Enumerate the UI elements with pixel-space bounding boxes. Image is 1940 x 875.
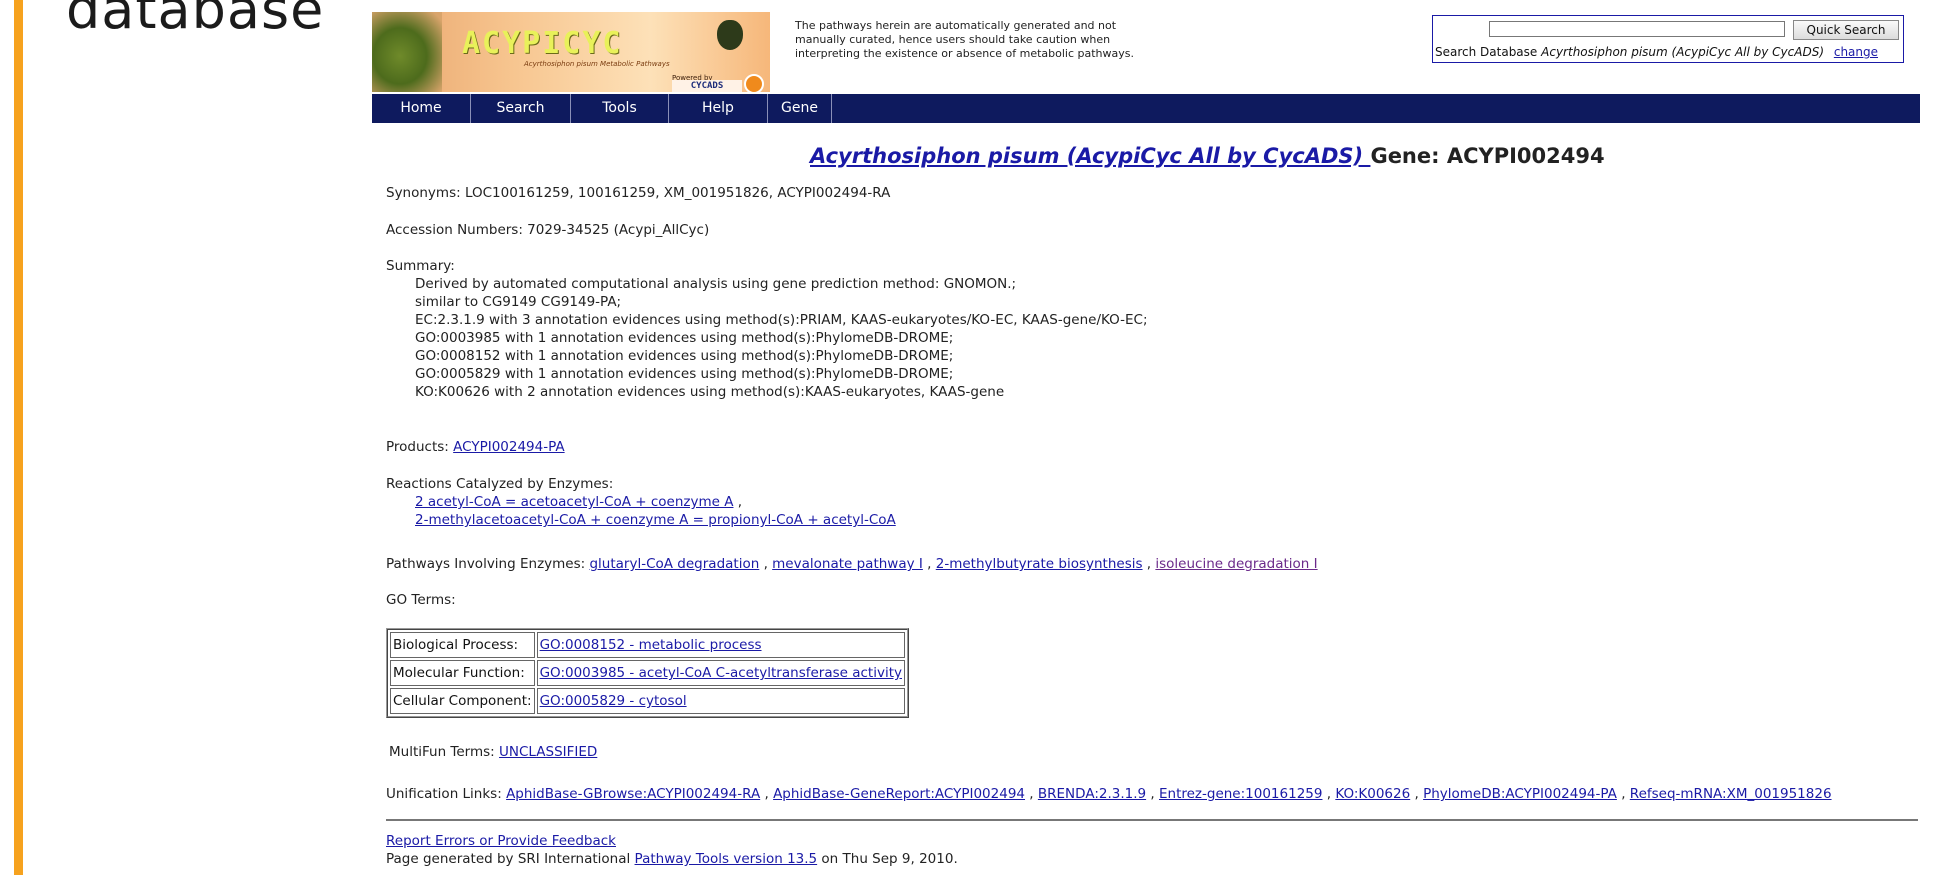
pathways-line: Pathways Involving Enzymes: glutaryl-CoA…: [386, 556, 1318, 572]
products-label: Products:: [386, 439, 449, 455]
footer-divider: [386, 819, 1918, 821]
summary-line: similar to CG9149 CG9149-PA;: [415, 294, 622, 310]
table-row: Biological Process: GO:0008152 - metabol…: [390, 632, 905, 658]
search-database-label: Search Database: [1435, 45, 1538, 59]
search-database-line: Search Database Acyrthosiphon pisum (Acy…: [1435, 45, 1878, 59]
footer-suffix: on Thu Sep 9, 2010.: [821, 851, 958, 867]
unification-label: Unification Links:: [386, 786, 502, 802]
change-database-link[interactable]: change: [1834, 45, 1878, 59]
main-nav-bar: Home Search Tools Help Gene: [372, 94, 1920, 123]
quick-search-button[interactable]: Quick Search: [1793, 20, 1899, 40]
slide-edge: [0, 0, 23, 875]
quick-search-box: Quick Search Search Database Acyrthosiph…: [1432, 15, 1904, 63]
multifun-label: MultiFun Terms:: [389, 744, 495, 760]
unification-link[interactable]: PhylomeDB:ACYPI002494-PA: [1423, 786, 1617, 802]
go-term-link[interactable]: GO:0005829 - cytosol: [540, 693, 687, 709]
summary-line: GO:0003985 with 1 annotation evidences u…: [415, 330, 954, 346]
footer-prefix: Page generated by SRI International: [386, 851, 631, 867]
plant-image: [372, 12, 442, 92]
summary-line: KO:K00626 with 2 annotation evidences us…: [415, 384, 1005, 400]
pathway-tools-link[interactable]: Pathway Tools version 13.5: [635, 851, 818, 867]
quick-search-input[interactable]: [1489, 21, 1785, 37]
unification-line: Unification Links: AphidBase-GBrowse:ACY…: [386, 786, 1832, 802]
summary-label: Summary:: [386, 258, 455, 274]
multifun-link[interactable]: UNCLASSIFIED: [499, 744, 597, 760]
logo-subtitle: Acyrthosiphon pisum Metabolic Pathways: [524, 60, 670, 68]
gene-title: Gene: ACYPI002494: [1370, 144, 1605, 168]
multifun-line: MultiFun Terms: UNCLASSIFIED: [389, 743, 597, 761]
go-terms-table: Biological Process: GO:0008152 - metabol…: [386, 628, 909, 718]
unification-link[interactable]: Refseq-mRNA:XM_001951826: [1630, 786, 1832, 802]
summary-line: EC:2.3.1.9 with 3 annotation evidences u…: [415, 312, 1148, 328]
nav-divider: [831, 94, 832, 123]
cycads-logo: CYCADS: [672, 80, 742, 92]
summary-line: GO:0008152 with 1 annotation evidences u…: [415, 348, 954, 364]
go-terms-label: GO Terms:: [386, 592, 456, 608]
nav-tools[interactable]: Tools: [571, 94, 668, 123]
pathway-link[interactable]: glutaryl-CoA degradation: [589, 556, 759, 572]
table-row: Cellular Component: GO:0005829 - cytosol: [390, 688, 905, 714]
summary-section: Summary: Derived by automated computatio…: [386, 257, 1148, 401]
footer: Report Errors or Provide Feedback Page g…: [386, 832, 958, 868]
pathway-link[interactable]: isoleucine degradation I: [1155, 556, 1317, 572]
nav-home[interactable]: Home: [372, 94, 470, 123]
nav-search[interactable]: Search: [471, 94, 570, 123]
unification-link[interactable]: BRENDA:2.3.1.9: [1038, 786, 1146, 802]
go-category: Cellular Component:: [390, 688, 535, 714]
logo-brand: ACYPICYC: [462, 26, 623, 61]
feedback-link[interactable]: Report Errors or Provide Feedback: [386, 833, 616, 849]
unification-link[interactable]: KO:K00626: [1335, 786, 1410, 802]
go-term-link[interactable]: GO:0008152 - metabolic process: [540, 637, 762, 653]
reactions-label: Reactions Catalyzed by Enzymes:: [386, 476, 614, 492]
product-link[interactable]: ACYPI002494-PA: [453, 439, 564, 455]
unification-link[interactable]: AphidBase-GeneReport:ACYPI002494: [773, 786, 1025, 802]
nav-help[interactable]: Help: [669, 94, 767, 123]
aphid-icon: [717, 20, 743, 50]
pathway-link[interactable]: 2-methylbutyrate biosynthesis: [936, 556, 1143, 572]
pathways-label: Pathways Involving Enzymes:: [386, 556, 586, 572]
products-line: Products: ACYPI002494-PA: [386, 438, 565, 456]
go-term-link[interactable]: GO:0003985 - acetyl-CoA C-acetyltransfer…: [540, 665, 902, 681]
unification-link[interactable]: AphidBase-GBrowse:ACYPI002494-RA: [506, 786, 760, 802]
slide-fragment-word: database: [66, 0, 325, 41]
synonyms-text: Synonyms: LOC100161259, 100161259, XM_00…: [386, 185, 891, 201]
summary-line: GO:0005829 with 1 annotation evidences u…: [415, 366, 954, 382]
pathway-link[interactable]: mevalonate pathway I: [772, 556, 923, 572]
cycads-dot-icon: [744, 74, 764, 92]
orange-accent-bar: [14, 0, 23, 875]
reactions-section: Reactions Catalyzed by Enzymes: 2 acetyl…: [386, 476, 896, 528]
reaction-link[interactable]: 2-methylacetoacetyl-CoA + coenzyme A = p…: [415, 512, 896, 528]
unification-link[interactable]: Entrez-gene:100161259: [1159, 786, 1322, 802]
acypicyc-logo[interactable]: ACYPICYC Acyrthosiphon pisum Metabolic P…: [372, 12, 770, 92]
summary-line: Derived by automated computational analy…: [415, 276, 1017, 292]
disclaimer-text: The pathways herein are automatically ge…: [795, 19, 1135, 60]
organism-link[interactable]: Acyrthosiphon pisum (AcypiCyc All by Cyc…: [810, 144, 1370, 168]
go-category: Biological Process:: [390, 632, 535, 658]
nav-gene[interactable]: Gene: [768, 94, 831, 123]
table-row: Molecular Function: GO:0003985 - acetyl-…: [390, 660, 905, 686]
search-database-name: Acyrthosiphon pisum (AcypiCyc All by Cyc…: [1541, 45, 1825, 59]
page-title: Acyrthosiphon pisum (AcypiCyc All by Cyc…: [810, 144, 1605, 168]
reaction-link[interactable]: 2 acetyl-CoA = acetoacetyl-CoA + coenzym…: [415, 494, 733, 510]
accession-text: Accession Numbers: 7029-34525 (Acypi_All…: [386, 222, 710, 238]
go-category: Molecular Function:: [390, 660, 535, 686]
